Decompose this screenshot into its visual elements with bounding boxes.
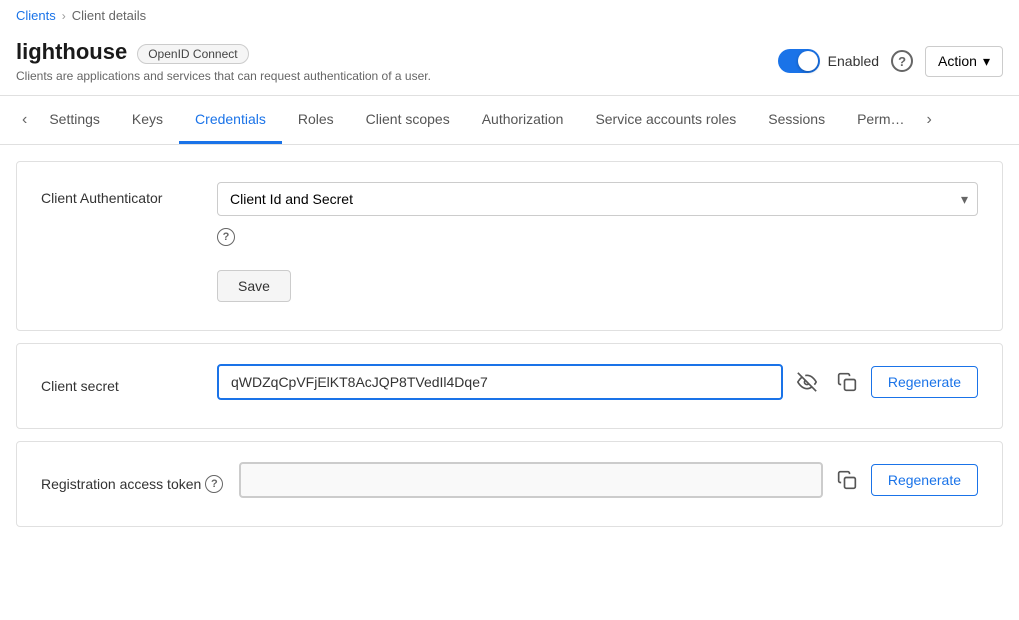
- app-name: lighthouse: [16, 39, 127, 65]
- tab-service-accounts-roles[interactable]: Service accounts roles: [579, 97, 752, 144]
- breadcrumb-clients-link[interactable]: Clients: [16, 8, 56, 23]
- enabled-toggle-container: Enabled: [778, 49, 879, 73]
- client-secret-form-row: Client secret: [41, 364, 978, 400]
- tab-scroll-left[interactable]: ‹: [16, 96, 33, 144]
- copy-icon: [837, 372, 857, 392]
- registration-token-label: Registration access token ?: [41, 467, 223, 493]
- client-secret-field: Regenerate: [217, 364, 978, 400]
- secret-input-wrapper: [217, 364, 783, 400]
- header-help-icon[interactable]: ?: [891, 50, 913, 72]
- registration-secret-row: Regenerate: [239, 462, 978, 498]
- client-secret-input[interactable]: [217, 364, 783, 400]
- authenticator-field: Client Id and Secret Signed Jwt Signed J…: [217, 182, 978, 216]
- registration-token-input-wrapper: [239, 462, 823, 498]
- registration-token-section: Registration access token ? Regener: [16, 441, 1003, 527]
- tab-perm[interactable]: Perm…: [841, 97, 920, 144]
- save-row: Save: [41, 254, 978, 302]
- toggle-label: Enabled: [828, 53, 879, 69]
- breadcrumb-current: Client details: [72, 8, 146, 23]
- hide-secret-button[interactable]: [791, 366, 823, 398]
- registration-token-help-icon[interactable]: ?: [205, 475, 223, 493]
- registration-token-form-row: Registration access token ? Regener: [41, 462, 978, 498]
- page-header: lighthouse OpenID Connect Clients are ap…: [0, 31, 1019, 96]
- registration-label-with-help: Registration access token ?: [41, 475, 223, 493]
- authenticator-help-row: ?: [41, 224, 978, 246]
- action-dropdown-arrow: ▾: [983, 53, 990, 70]
- copy-secret-button[interactable]: [831, 366, 863, 398]
- authenticator-section: Client Authenticator Client Id and Secre…: [16, 161, 1003, 331]
- regenerate-secret-button[interactable]: Regenerate: [871, 366, 978, 398]
- enabled-toggle[interactable]: [778, 49, 820, 73]
- eye-off-icon: [797, 372, 817, 392]
- registration-token-field: Regenerate: [239, 462, 978, 498]
- tab-client-scopes[interactable]: Client scopes: [350, 97, 466, 144]
- regenerate-registration-token-button[interactable]: Regenerate: [871, 464, 978, 496]
- action-button[interactable]: Action ▾: [925, 46, 1003, 77]
- tab-scroll-right[interactable]: ›: [921, 96, 938, 144]
- tab-authorization[interactable]: Authorization: [466, 97, 580, 144]
- authenticator-label: Client Authenticator: [41, 182, 201, 206]
- tab-sessions[interactable]: Sessions: [752, 97, 841, 144]
- breadcrumb-separator: ›: [62, 9, 66, 23]
- save-button[interactable]: Save: [217, 270, 291, 302]
- secret-row: Regenerate: [217, 364, 978, 400]
- client-secret-label: Client secret: [41, 370, 201, 394]
- client-secret-section: Client secret: [16, 343, 1003, 429]
- tab-credentials[interactable]: Credentials: [179, 97, 282, 144]
- tabs-bar: ‹ Settings Keys Credentials Roles Client…: [0, 96, 1019, 145]
- openid-badge: OpenID Connect: [137, 44, 248, 64]
- registration-token-input[interactable]: [239, 462, 823, 498]
- breadcrumb: Clients › Client details: [0, 0, 1019, 31]
- copy-registration-icon: [837, 470, 857, 490]
- tab-roles[interactable]: Roles: [282, 97, 350, 144]
- header-title-row: lighthouse OpenID Connect: [16, 39, 249, 69]
- toggle-knob: [798, 51, 818, 71]
- action-label: Action: [938, 53, 977, 69]
- authenticator-select-wrapper: Client Id and Secret Signed Jwt Signed J…: [217, 182, 978, 216]
- header-left: lighthouse OpenID Connect Clients are ap…: [16, 39, 778, 83]
- header-subtitle: Clients are applications and services th…: [16, 69, 431, 83]
- tab-settings[interactable]: Settings: [33, 97, 116, 144]
- authenticator-form-row: Client Authenticator Client Id and Secre…: [41, 182, 978, 216]
- main-content: Client Authenticator Client Id and Secre…: [0, 161, 1019, 527]
- tab-keys[interactable]: Keys: [116, 97, 179, 144]
- authenticator-help-icon[interactable]: ?: [217, 228, 235, 246]
- copy-registration-token-button[interactable]: [831, 464, 863, 496]
- header-right: Enabled ? Action ▾: [778, 46, 1003, 77]
- authenticator-select[interactable]: Client Id and Secret Signed Jwt Signed J…: [217, 182, 978, 216]
